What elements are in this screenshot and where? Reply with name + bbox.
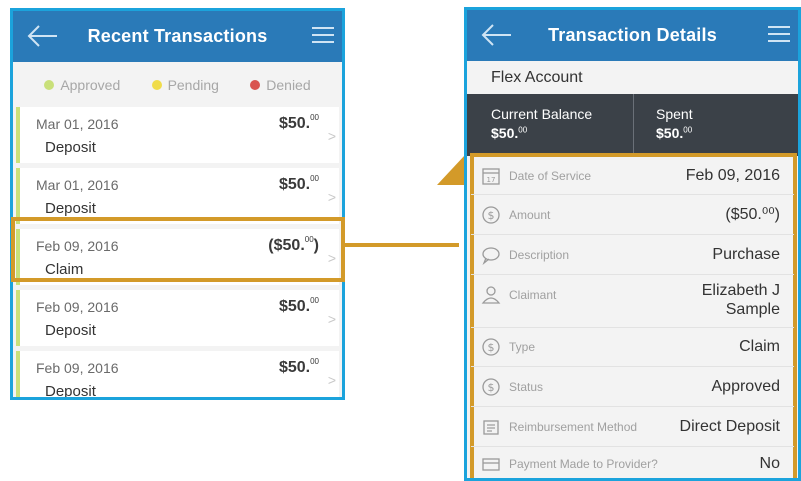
balance-value: $50.00 <box>491 125 528 141</box>
recent-transactions-screen: Recent Transactions Approved Pending Den… <box>10 8 345 400</box>
svg-text:17: 17 <box>487 176 496 184</box>
detail-label: Amount <box>509 208 551 222</box>
legend-label: Denied <box>266 77 311 93</box>
detail-value: No <box>759 455 780 472</box>
detail-row-status: $ Status Approved <box>471 366 794 407</box>
connector-line <box>345 243 459 247</box>
transaction-amount: $50.00 <box>278 357 319 376</box>
detail-label: Reimbursement Method <box>509 420 638 434</box>
person-icon <box>481 286 501 304</box>
transaction-row[interactable]: Mar 01, 2016 Deposit $50.00 > <box>16 107 339 163</box>
detail-row-claimant: Claimant Elizabeth J Sample <box>471 274 794 328</box>
dollar-icon: $ <box>482 338 500 356</box>
detail-row-reimbursement: Reimbursement Method Direct Deposit <box>471 406 794 447</box>
detail-row-date: 17 Date of Service Feb 09, 2016 <box>471 156 794 195</box>
status-legend: Approved Pending Denied <box>13 62 342 108</box>
hamburger-menu-icon[interactable] <box>768 24 790 44</box>
transaction-row[interactable]: Mar 01, 2016 Deposit $50.00 > <box>16 168 339 224</box>
balance-bar: Current Balance $50.00 Spent $50.00 <box>467 94 798 156</box>
dollar-icon: $ <box>482 378 500 396</box>
transaction-amount: $50.00 <box>278 113 319 132</box>
status-bar <box>16 168 20 224</box>
transaction-row[interactable]: Feb 09, 2016 Deposit $50.00 > <box>16 290 339 346</box>
svg-text:$: $ <box>488 381 495 394</box>
denied-dot-icon <box>250 80 261 90</box>
account-name: Flex Account <box>467 61 798 94</box>
selected-row-highlight <box>11 217 345 282</box>
connector-arrowhead-icon <box>437 155 465 185</box>
detail-value: Elizabeth J Sample <box>701 282 780 318</box>
detail-row-payment-provider: Payment Made to Provider? No <box>471 446 794 478</box>
legend-label: Approved <box>60 77 121 93</box>
card-icon <box>482 458 500 471</box>
detail-label: Date of Service <box>509 169 592 183</box>
hamburger-menu-icon[interactable] <box>312 25 334 45</box>
spent-label: Spent <box>656 106 693 122</box>
status-bar <box>16 351 20 397</box>
transaction-date: Feb 09, 2016 <box>36 299 119 315</box>
speech-bubble-icon <box>482 247 500 265</box>
detail-value: Purchase <box>712 246 780 263</box>
approved-dot-icon <box>44 80 55 90</box>
detail-label: Type <box>509 340 536 354</box>
detail-value: Direct Deposit <box>679 418 780 435</box>
nav-bar: Recent Transactions <box>13 11 342 62</box>
document-icon <box>483 420 499 435</box>
legend-pending: Pending <box>151 77 219 93</box>
chevron-right-icon: > <box>327 128 336 144</box>
transaction-type: Deposit <box>45 200 96 217</box>
pending-dot-icon <box>151 80 162 90</box>
spent-value: $50.00 <box>656 125 693 141</box>
detail-label: Payment Made to Provider? <box>509 457 658 471</box>
transaction-row[interactable]: Feb 09, 2016 Deposit $50.00 > <box>16 351 339 400</box>
chevron-right-icon: > <box>327 311 336 327</box>
detail-row-amount: $ Amount ($50.⁰⁰) <box>471 194 794 235</box>
svg-text:$: $ <box>488 341 495 354</box>
legend-denied: Denied <box>250 77 311 93</box>
chevron-right-icon: > <box>327 372 336 388</box>
detail-row-type: $ Type Claim <box>471 327 794 367</box>
legend-label: Pending <box>167 77 219 93</box>
nav-bar: Transaction Details <box>467 10 798 61</box>
status-bar <box>16 107 20 163</box>
page-title: Transaction Details <box>548 25 717 45</box>
transaction-amount: $50.00 <box>278 174 319 193</box>
detail-value: Approved <box>711 378 781 395</box>
detail-value: Claim <box>739 338 780 355</box>
detail-row-description: Description Purchase <box>471 234 794 275</box>
page-title: Recent Transactions <box>87 26 268 46</box>
detail-value: ($50.⁰⁰) <box>725 206 780 223</box>
calendar-icon: 17 <box>482 168 500 185</box>
transaction-details-screen: Transaction Details Flex Account Current… <box>464 7 801 481</box>
legend-approved: Approved <box>44 77 120 93</box>
transaction-date: Mar 01, 2016 <box>36 177 119 193</box>
transaction-date: Mar 01, 2016 <box>36 116 119 132</box>
transaction-type: Deposit <box>45 139 96 156</box>
transaction-amount: $50.00 <box>278 296 319 315</box>
current-balance: Current Balance $50.00 <box>467 94 633 156</box>
detail-label: Description <box>509 248 570 262</box>
svg-text:$: $ <box>488 209 495 222</box>
dollar-icon: $ <box>482 206 500 224</box>
detail-value: Feb 09, 2016 <box>685 167 780 184</box>
chevron-right-icon: > <box>327 189 336 205</box>
transaction-type: Deposit <box>45 383 96 400</box>
detail-label: Claimant <box>509 288 557 302</box>
transaction-date: Feb 09, 2016 <box>36 360 119 376</box>
balance-label: Current Balance <box>491 106 593 122</box>
detail-label: Status <box>509 380 544 394</box>
spent-amount: Spent $50.00 <box>633 94 798 156</box>
transaction-type: Deposit <box>45 322 96 339</box>
status-bar <box>16 290 20 346</box>
